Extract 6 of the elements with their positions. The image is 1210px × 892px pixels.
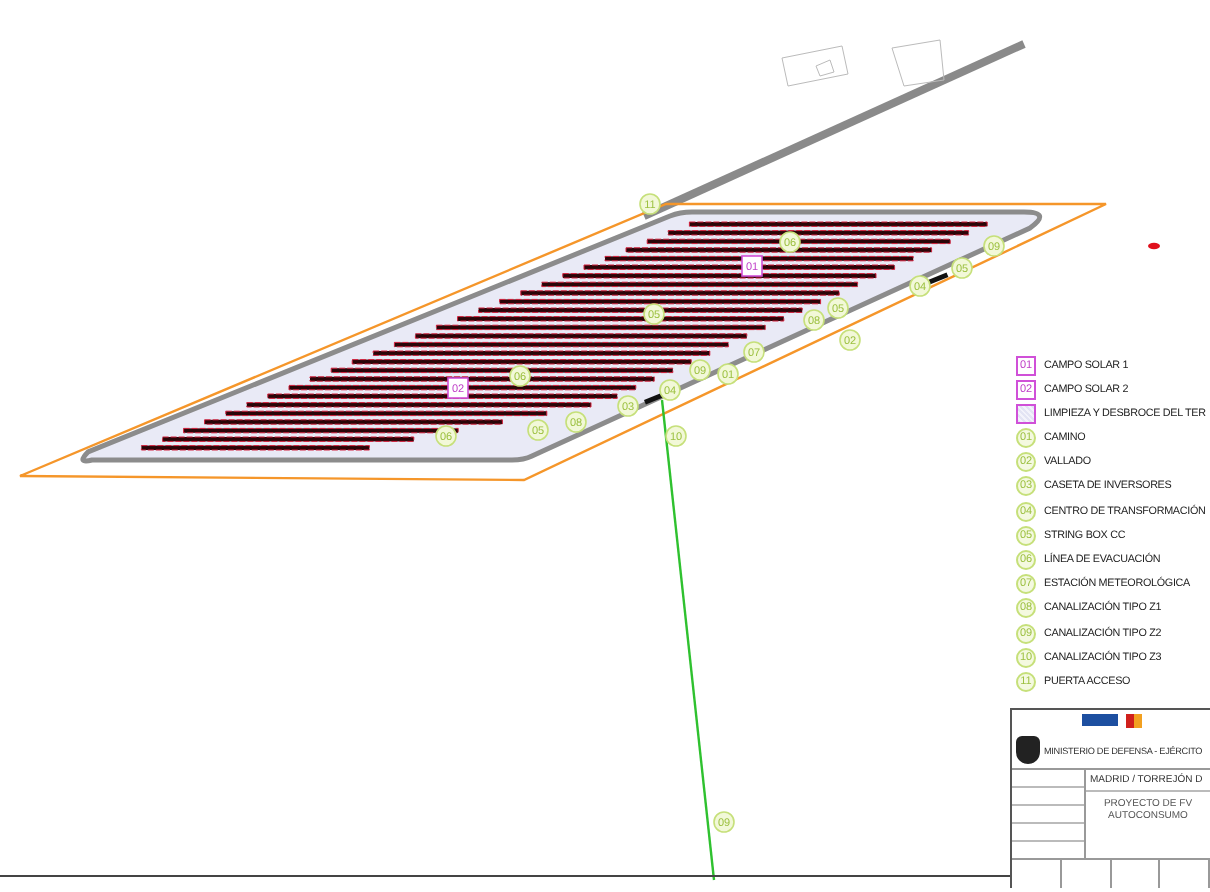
crest-icon xyxy=(1016,736,1040,764)
hatch-swatch xyxy=(1016,403,1036,424)
inverter-drawing xyxy=(928,272,949,285)
dot-icon xyxy=(1148,242,1160,250)
logo-icon xyxy=(1125,714,1141,728)
flag-icon xyxy=(1081,714,1117,726)
